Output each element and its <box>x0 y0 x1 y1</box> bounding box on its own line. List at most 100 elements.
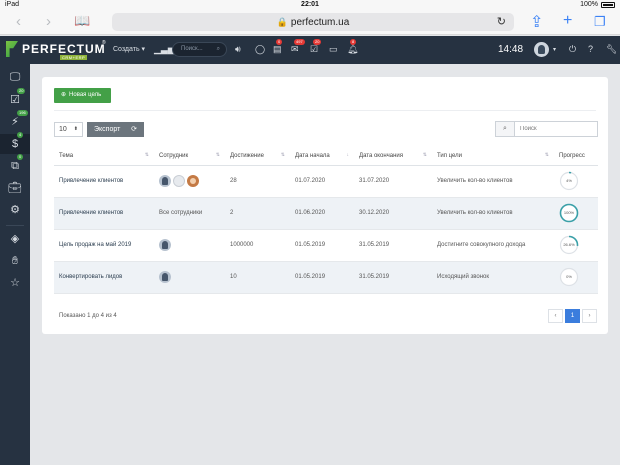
sidebar-badge: 196 <box>17 110 28 116</box>
goal-topic[interactable]: Привлечение клиентов <box>54 165 154 198</box>
tasks-badge: 0 <box>276 39 283 45</box>
end-date: 31.05.2019 <box>354 261 432 294</box>
sidebar-item-dashboard[interactable]: 🖵 <box>0 67 30 87</box>
mail-badge: 497 <box>294 39 305 45</box>
progress-ring: 100% <box>559 203 579 223</box>
sort-icon: ⇅ <box>215 152 220 158</box>
sidebar-divider <box>6 225 24 226</box>
table-row[interactable]: Конвертировать лидов 10 01.05.2019 31.05… <box>54 261 598 294</box>
progress-label: 100% <box>563 210 575 215</box>
new-goal-button[interactable]: ⊕ Новая цель <box>54 88 111 103</box>
search-icon: ⌕ <box>216 46 220 52</box>
column-header-employee[interactable]: Сотрудник ⇅ <box>154 148 225 166</box>
pagination-page[interactable]: 1 <box>565 309 580 323</box>
table-row[interactable]: Привлечение клиентов Все сотрудники 2 01… <box>54 197 598 230</box>
reload-icon[interactable]: ↻ <box>497 13 506 31</box>
sidebar-item-layers[interactable]: ◈ <box>0 229 30 249</box>
table-search: ⌕ <box>495 121 598 137</box>
avatar[interactable] <box>159 175 171 187</box>
header-search-input[interactable]: Поиск... ⌕ <box>172 42 227 57</box>
refresh-icon[interactable]: ⟳ <box>131 122 137 137</box>
column-header-end-date[interactable]: Дата окончания ⇅ <box>354 148 432 166</box>
goals-table: Тема ⇅ Сотрудник ⇅ Достижение ⇅ Дата начала… <box>54 148 598 294</box>
sidebar-item-tasks[interactable]: ☑ 20 <box>0 88 30 110</box>
avatar[interactable] <box>159 239 171 251</box>
goal-topic[interactable]: Цель продаж на май 2019 <box>54 229 154 262</box>
wrench-icon[interactable]: 🔧︎ <box>606 44 617 55</box>
bell-icon[interactable]: 🔔︎ 8 <box>347 39 358 55</box>
share-icon[interactable]: ⇪ <box>530 12 543 32</box>
goal-topic[interactable]: Привлечение клиентов <box>54 197 154 230</box>
requests-icon[interactable]: ☑ 20 <box>310 39 322 55</box>
tabs-icon[interactable]: ❐ <box>594 14 606 30</box>
sidebar-item-projects[interactable]: ⧉ 0 <box>0 154 30 176</box>
sound-icon[interactable]: 🔊︎ <box>235 44 241 55</box>
employee-avatars <box>154 261 225 294</box>
goal-topic[interactable]: Конвертировать лидов <box>54 261 154 294</box>
lightning-icon: ⚡︎ <box>11 116 19 128</box>
mail-icon[interactable]: ✉ 497 <box>291 39 305 55</box>
header-time: 14:48 <box>498 44 524 55</box>
lock-icon: 🔒 <box>276 17 288 27</box>
new-goal-label: Новая цель <box>69 92 102 98</box>
chevron-down-icon[interactable]: ▾ <box>553 46 556 53</box>
table-info: Показано 1 до 4 из 4 <box>59 313 117 319</box>
user-avatar[interactable] <box>534 42 549 57</box>
sidebar-badge: 0 <box>17 154 24 160</box>
achievement-value: 28 <box>225 165 290 198</box>
progress-ring: 26.6% <box>559 235 579 255</box>
sidebar-item-sales[interactable]: $4 <box>0 132 30 154</box>
table-row[interactable]: Цель продаж на май 2019 1000000 01.05.20… <box>54 229 598 262</box>
avatar[interactable] <box>159 271 171 283</box>
avatar[interactable] <box>187 175 199 187</box>
forward-icon[interactable]: › <box>46 13 51 30</box>
avatar[interactable] <box>173 175 185 187</box>
requests-badge: 20 <box>313 39 322 45</box>
start-date: 01.06.2020 <box>290 197 354 230</box>
table-header-row: Тема ⇅ Сотрудник ⇅ Достижение ⇅ Дата начала… <box>54 148 598 166</box>
sidebar-item-hr[interactable]: 💼︎ <box>0 178 30 198</box>
address-bar[interactable]: 🔒 perfectum.ua ↻ <box>112 13 514 31</box>
end-date: 31.07.2020 <box>354 165 432 198</box>
table-search-input[interactable] <box>520 124 595 134</box>
help-icon[interactable]: ? <box>588 44 593 54</box>
chat-icon[interactable]: ◯ <box>255 44 265 55</box>
files-icon[interactable]: ▭ <box>329 44 338 55</box>
progress-label: 4% <box>566 178 572 183</box>
logo-registered-mark: ® <box>102 40 106 46</box>
column-header-achievement[interactable]: Достижение ⇅ <box>225 148 290 166</box>
notifications-badge: 8 <box>350 39 357 45</box>
progress-ring: 4% <box>559 171 579 191</box>
header-search-placeholder: Поиск... <box>181 46 203 52</box>
goal-type: Увеличить кол-во клиентов <box>432 165 554 198</box>
new-tab-icon[interactable]: + <box>563 12 572 30</box>
page-length-select[interactable]: 10 ⬍ <box>54 122 83 137</box>
sidebar-item-leads[interactable]: ⚡︎ 196 <box>0 110 30 132</box>
column-header-goal-type[interactable]: Тип цели ⇅ <box>432 148 554 166</box>
search-icon: ⌕ <box>496 122 515 136</box>
column-header-topic[interactable]: Тема ⇅ <box>54 148 154 166</box>
export-button[interactable]: Экспорт ⟳ <box>87 122 144 137</box>
create-menu[interactable]: Создать ▾ <box>113 45 145 53</box>
device-status-bar: iPad 22:01 100% <box>0 0 620 9</box>
browser-toolbar: ‹ › 📖 🔒 perfectum.ua ↻ ⇪ + ❐ <box>0 9 620 35</box>
start-date: 01.05.2019 <box>290 261 354 294</box>
column-header-start-date[interactable]: Дата начала ↓ <box>290 148 354 166</box>
bookmarks-icon[interactable]: 📖 <box>74 13 90 29</box>
power-icon[interactable]: ⏻ <box>569 44 576 55</box>
tasks-icon[interactable]: ▤ 0 <box>273 39 283 55</box>
goal-type: Увеличить кол-во клиентов <box>432 197 554 230</box>
pagination-next[interactable]: › <box>582 309 597 323</box>
pagination-prev[interactable]: ‹ <box>548 309 563 323</box>
sidebar-item-favorites[interactable]: ☆ <box>0 273 30 293</box>
progress-label: 0% <box>566 274 572 279</box>
sidebar-item-hand[interactable]: ✋︎ <box>0 251 30 271</box>
table-row[interactable]: Привлечение клиентов 28 01.07.2020 31.07… <box>54 165 598 198</box>
back-icon[interactable]: ‹ <box>16 13 21 30</box>
sidebar-item-settings[interactable]: ⚙ <box>0 200 30 220</box>
sort-desc-icon: ↓ <box>346 152 350 158</box>
end-date: 31.05.2019 <box>354 229 432 262</box>
sort-icon: ⇅ <box>422 152 427 158</box>
logo-mark-icon <box>6 41 18 57</box>
sidebar-badge: 4 <box>17 132 24 138</box>
